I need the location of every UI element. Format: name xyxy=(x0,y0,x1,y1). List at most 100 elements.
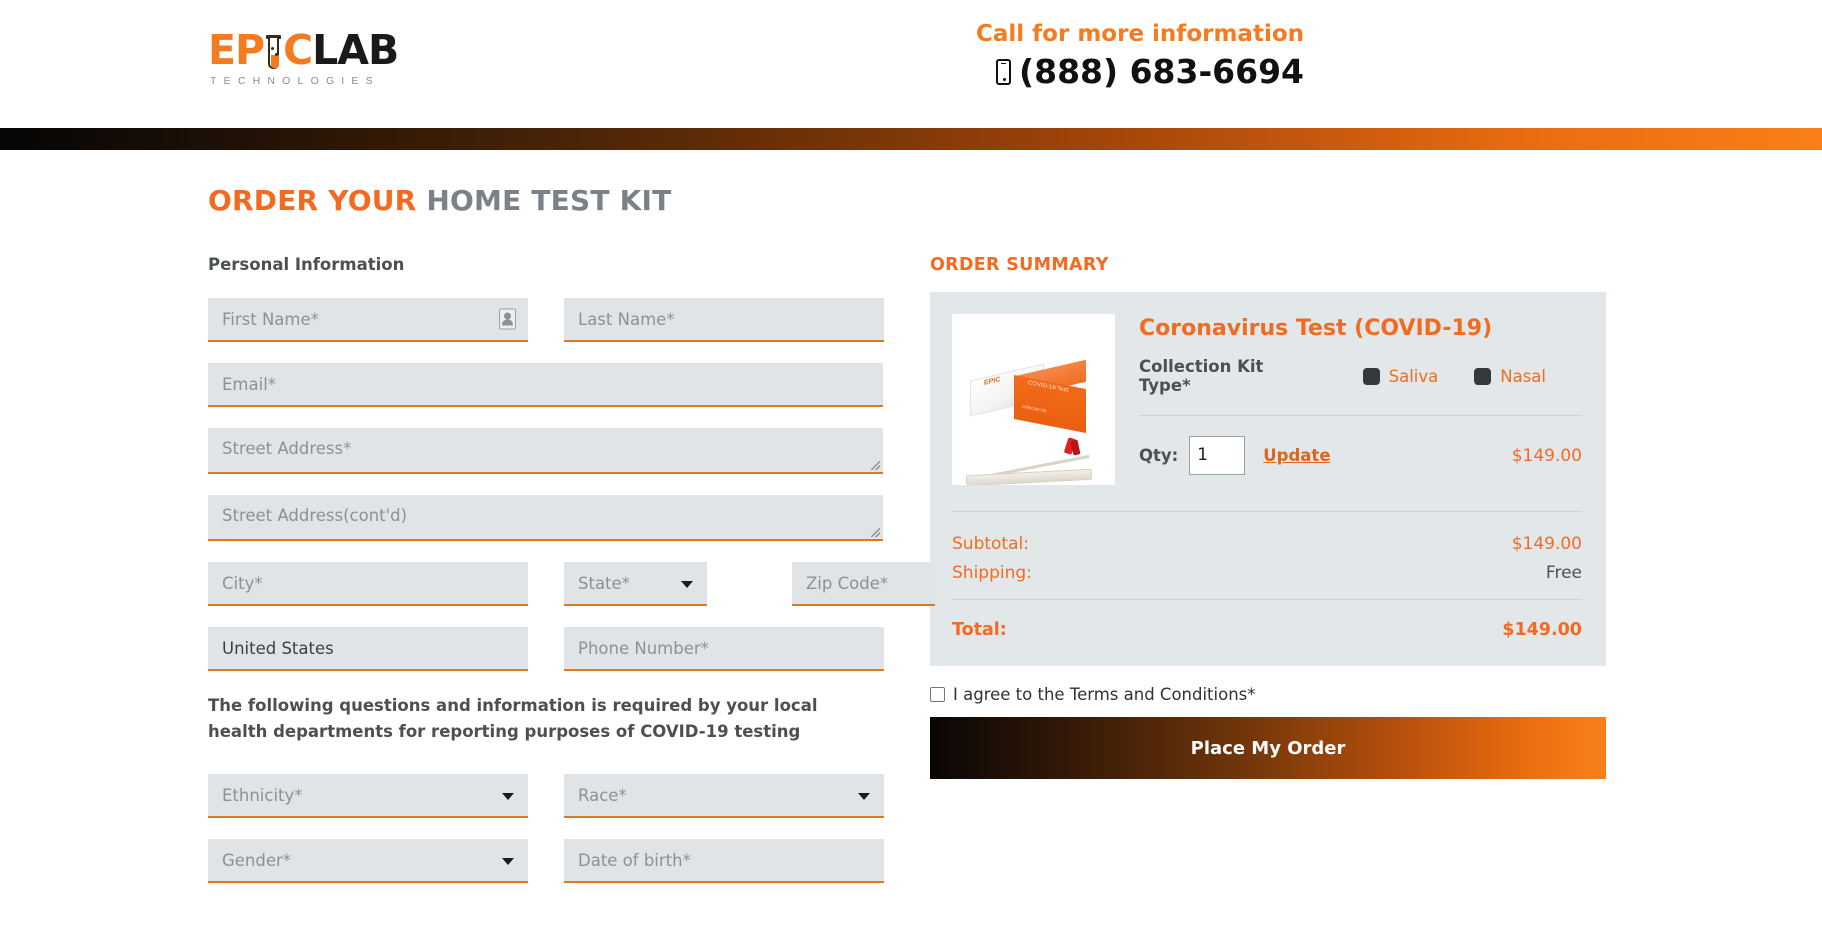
radio-button-icon[interactable] xyxy=(1474,367,1492,385)
page-title: ORDER YOUR HOME TEST KIT xyxy=(208,184,1822,217)
street-address-input[interactable]: Street Address* xyxy=(208,428,883,474)
total-value: $149.00 xyxy=(1502,620,1582,640)
kit-option-nasal[interactable]: Nasal xyxy=(1474,367,1546,386)
city-input[interactable]: City* xyxy=(208,562,528,606)
date-of-birth-input[interactable]: Date of birth* xyxy=(564,839,884,884)
totals-section: Subtotal: $149.00 Shipping: Free Total: … xyxy=(952,511,1582,640)
name-row: First Name* Last Name* xyxy=(208,298,884,342)
product-row: EPIC COVID-19 Test collection kit Corona… xyxy=(952,314,1582,485)
kit-option-nasal-label: Nasal xyxy=(1500,366,1546,386)
terms-agreement-row[interactable]: I agree to the Terms and Conditions* xyxy=(930,685,1606,704)
order-summary: ORDER SUMMARY EPIC COVID-19 Test collect… xyxy=(930,255,1606,904)
first-name-placeholder: First Name* xyxy=(222,309,319,329)
order-page: EP C LAB TECHNOLOGIES Call for more info… xyxy=(0,0,1822,935)
last-name-placeholder: Last Name* xyxy=(578,309,675,329)
first-name-input[interactable]: First Name* xyxy=(208,298,528,342)
chevron-down-icon xyxy=(502,793,514,801)
section-title-personal-information: Personal Information xyxy=(208,255,405,274)
terms-label: I agree to the Terms and Conditions* xyxy=(953,685,1256,704)
city-placeholder: City* xyxy=(222,573,263,593)
product-name: Coronavirus Test (COVID-19) xyxy=(1139,316,1493,341)
gender-dob-row: Gender* Date of birth* xyxy=(208,839,884,884)
page-content: ORDER YOUR HOME TEST KIT Personal Inform… xyxy=(0,150,1822,904)
race-placeholder: Race* xyxy=(578,785,627,805)
race-select[interactable]: Race* xyxy=(564,774,884,819)
shipping-value: Free xyxy=(1545,563,1582,583)
gender-select[interactable]: Gender* xyxy=(208,839,528,884)
ethnicity-race-row: Ethnicity* Race* xyxy=(208,774,884,819)
quantity-label: Qty: xyxy=(1139,446,1179,465)
terms-checkbox[interactable] xyxy=(930,687,945,702)
ethnicity-select[interactable]: Ethnicity* xyxy=(208,774,528,819)
zip-code-placeholder: Zip Code* xyxy=(806,573,889,593)
kit-option-saliva[interactable]: Saliva xyxy=(1362,367,1438,386)
page-title-highlight: ORDER YOUR xyxy=(208,184,417,217)
personal-information-form: Personal Information First Name* Last Na… xyxy=(208,255,935,904)
logo-text-epic: EP xyxy=(208,26,265,74)
header-contact: Call for more information (888) 683-6694 xyxy=(976,20,1304,91)
logo-text-c: C xyxy=(283,26,313,74)
chevron-down-icon xyxy=(681,581,693,588)
radio-button-icon[interactable] xyxy=(1362,367,1380,385)
email-input[interactable]: Email* xyxy=(208,363,883,407)
page-title-rest: HOME TEST KIT xyxy=(416,184,672,217)
state-placeholder: State* xyxy=(578,573,630,593)
state-select[interactable]: State* xyxy=(564,562,707,606)
test-kit-box-illustration: EPIC COVID-19 Test collection kit xyxy=(965,359,1098,485)
zip-code-input[interactable]: Zip Code* xyxy=(792,562,935,606)
update-quantity-link[interactable]: Update xyxy=(1263,446,1330,465)
country-input[interactable]: United States xyxy=(208,627,528,671)
layout-spacer xyxy=(743,562,756,606)
last-name-input[interactable]: Last Name* xyxy=(564,298,884,342)
phone-number-input[interactable]: Phone Number* xyxy=(564,627,884,671)
country-phone-row: United States Phone Number* xyxy=(208,627,884,671)
mobile-phone-icon xyxy=(996,58,1012,85)
health-department-notice: The following questions and information … xyxy=(208,696,818,741)
site-logo[interactable]: EP C LAB TECHNOLOGIES xyxy=(208,26,399,88)
site-header: EP C LAB TECHNOLOGIES Call for more info… xyxy=(0,0,1822,128)
gender-placeholder: Gender* xyxy=(222,850,292,870)
total-label: Total: xyxy=(952,620,1007,640)
line-item-price: $149.00 xyxy=(1511,445,1582,466)
date-of-birth-placeholder: Date of birth* xyxy=(578,850,691,870)
shipping-label: Shipping: xyxy=(952,563,1032,583)
chevron-down-icon xyxy=(502,858,514,866)
test-tube-icon xyxy=(265,32,282,70)
shipping-row: Shipping: Free xyxy=(952,563,1582,583)
phone-number-block[interactable]: (888) 683-6694 xyxy=(976,51,1304,91)
product-divider xyxy=(1139,415,1582,416)
subtotal-value: $149.00 xyxy=(1511,534,1582,554)
collection-kit-type-row: Collection Kit Type* Saliva Nasal xyxy=(1139,357,1582,395)
street-address-2-input[interactable]: Street Address(cont'd) xyxy=(208,495,883,541)
call-label: Call for more information xyxy=(976,21,1304,47)
totals-divider-bottom xyxy=(952,599,1582,600)
total-row: Total: $149.00 xyxy=(952,620,1582,640)
street-address-row: Street Address* xyxy=(208,428,883,474)
country-value: United States xyxy=(222,638,334,658)
totals-divider-top xyxy=(952,511,1582,512)
subtotal-row: Subtotal: $149.00 xyxy=(952,534,1582,554)
resize-grip-icon[interactable] xyxy=(871,461,880,470)
logo-tagline: TECHNOLOGIES xyxy=(210,75,380,87)
street-address-2-row: Street Address(cont'd) xyxy=(208,495,883,541)
quantity-input[interactable]: 1 xyxy=(1189,436,1246,475)
phone-number-text: (888) 683-6694 xyxy=(1019,51,1304,91)
product-info: Coronavirus Test (COVID-19) Collection K… xyxy=(1139,314,1582,485)
order-summary-title: ORDER SUMMARY xyxy=(930,255,1109,275)
logo-wordmark: EP C LAB xyxy=(208,26,399,74)
logo-text-lab: LAB xyxy=(312,26,399,74)
quantity-row: Qty: 1 Update $149.00 xyxy=(1139,436,1582,475)
ethnicity-placeholder: Ethnicity* xyxy=(222,785,303,805)
collection-kit-type-label: Collection Kit Type* xyxy=(1139,357,1264,395)
email-row: Email* xyxy=(208,363,883,407)
order-summary-card: EPIC COVID-19 Test collection kit Corona… xyxy=(930,292,1606,666)
content-columns: Personal Information First Name* Last Na… xyxy=(208,255,1822,904)
place-order-button[interactable]: Place My Order xyxy=(930,717,1606,779)
chevron-down-icon xyxy=(858,793,870,801)
autofill-contact-icon[interactable] xyxy=(499,308,516,330)
city-state-zip-row: City* State* Zip Code* xyxy=(208,562,935,606)
street-address-placeholder: Street Address* xyxy=(222,439,352,458)
product-image: EPIC COVID-19 Test collection kit xyxy=(952,314,1115,485)
street-address-2-placeholder: Street Address(cont'd) xyxy=(222,506,408,525)
resize-grip-icon[interactable] xyxy=(871,528,880,537)
